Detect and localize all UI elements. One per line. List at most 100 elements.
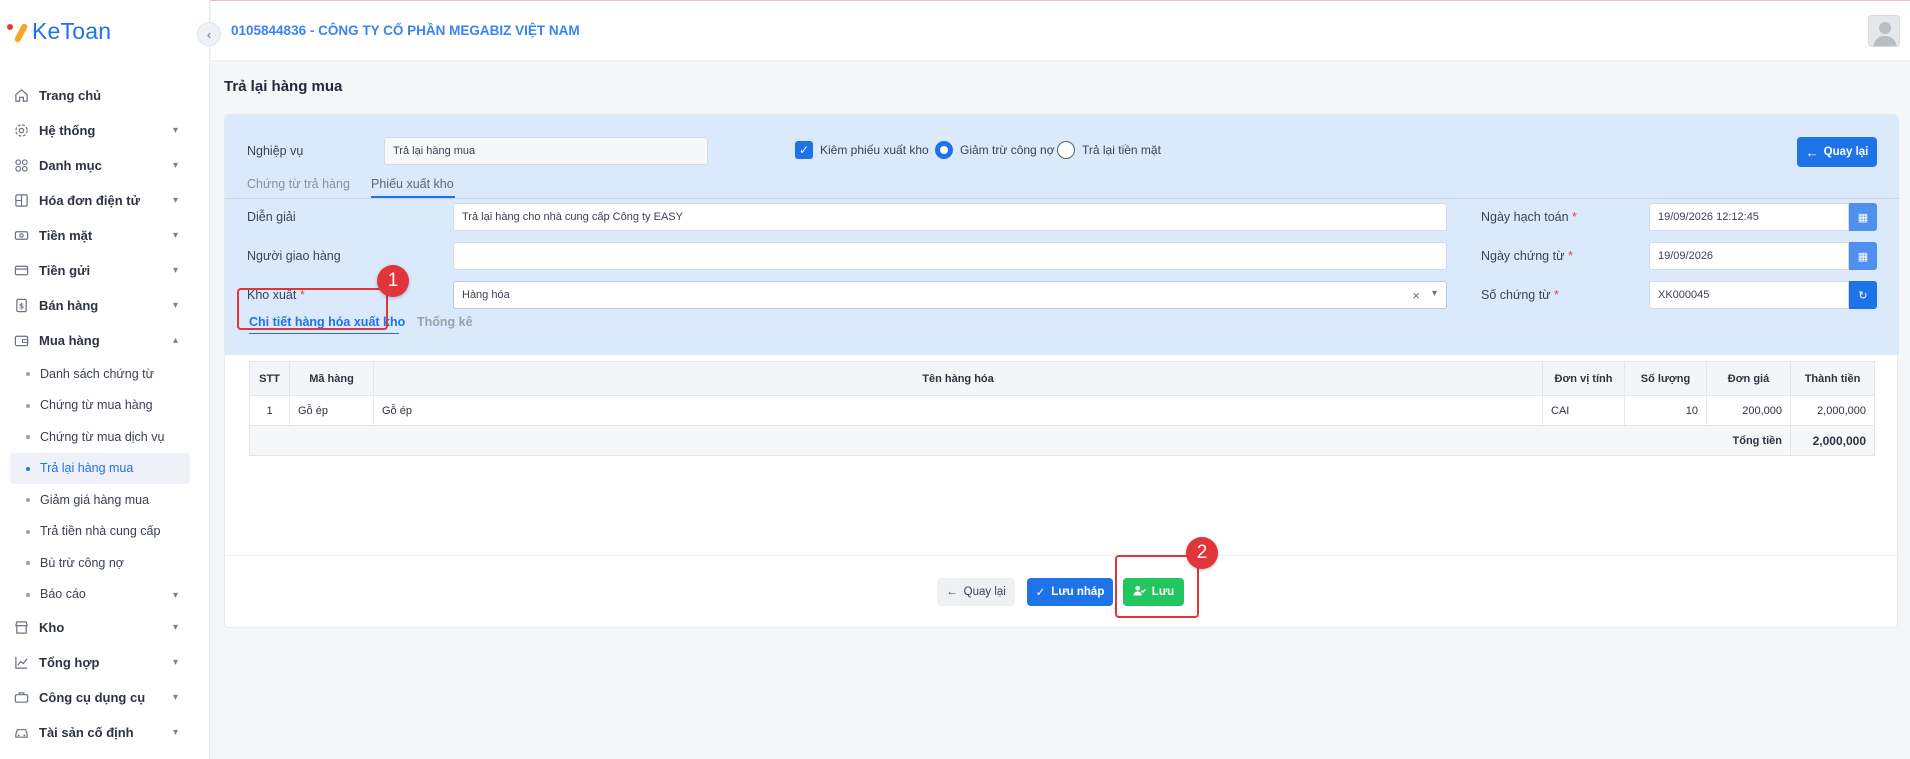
sidebar-item-kho[interactable]: Kho ▾ [0,610,210,645]
ngay-hach-toan-text: Ngày hạch toán [1481,210,1569,224]
required-mark: * [1554,288,1559,302]
table-row[interactable]: 1 Gỗ ép Gỗ ép CAI 10 200,000 2,000,000 [249,395,1875,426]
chart-icon [13,655,29,671]
chevron-down-icon: ▾ [172,125,178,136]
card-icon [13,263,29,279]
sidebar-sub-label: Chứng từ mua hàng [40,398,153,413]
required-mark: * [1572,210,1577,224]
sidebar-sub-label: Báo cáo [40,587,86,602]
tra-lai-tien-mat-radio[interactable] [1057,141,1075,159]
kho-xuat-value: Hàng hóa [462,289,510,301]
tab-chung-tu-tra-hang[interactable]: Chứng từ trả hàng [247,177,350,191]
sidebar-item-label: Tài sản cố định [39,725,134,740]
refresh-icon[interactable]: ↻ [1849,281,1877,309]
chevron-down-icon: ▾ [172,230,178,241]
chevron-down-icon: ▾ [172,265,178,276]
sidebar-sub-bao-cao[interactable]: Báo cáo ▾ [0,579,210,611]
sidebar-sub-danh-sach[interactable]: Danh sách chứng từ [0,358,210,390]
kiem-phieu-checkbox[interactable]: ✓ [795,141,813,159]
ngay-chung-tu-text: Ngày chứng từ [1481,249,1565,263]
sidebar-item-label: Bán hàng [39,298,99,313]
chevron-down-icon[interactable]: ▾ [1432,288,1437,299]
cell-ten-hang[interactable]: Gỗ ép [373,395,1543,426]
save-draft-button[interactable]: ✓ Lưu nháp [1027,578,1113,606]
calendar-icon[interactable]: ▦ [1849,203,1877,231]
sidebar-item-mua-hang[interactable]: Mua hàng ▴ [0,323,210,358]
total-value: 2,000,000 [1790,425,1875,456]
footer-back-button[interactable]: ← Quay lại [937,578,1015,606]
footer-divider [225,555,1899,556]
nghiep-vu-field[interactable]: Trả lại hàng mua [384,137,708,165]
nguoi-giao-label: Người giao hàng [247,249,341,263]
kho-xuat-select[interactable]: Hàng hóa × ▾ [453,281,1447,309]
chevron-down-icon: ▾ [172,589,178,601]
chevron-down-icon: ▾ [172,622,178,633]
cell-dvt[interactable]: CAI [1542,395,1625,426]
annotation-box-1 [237,288,388,330]
sidebar-item-tong-hop[interactable]: Tổng hợp ▾ [0,645,210,680]
top-back-label: Quay lại [1823,146,1869,158]
app-logo[interactable]: KeToan [6,14,111,48]
col-dvt: Đơn vị tính [1542,361,1625,396]
ngay-chung-tu-input[interactable]: 19/09/2026 [1649,242,1849,270]
grid-icon [13,158,29,174]
arrow-left-icon: ← [1805,144,1819,160]
ngay-hach-toan-input[interactable]: 19/09/2026 12:12:45 [1649,203,1849,231]
sidebar-item-ban-hang[interactable]: $ Bán hàng ▾ [0,288,210,323]
sidebar-item-cong-cu[interactable]: Công cụ dụng cụ ▾ [0,680,210,715]
check-icon: ✓ [798,143,810,157]
footer-back-label: Quay lại [963,586,1006,598]
cell-so-luong[interactable]: 10 [1624,395,1707,426]
sidebar-item-tien-gui[interactable]: Tiền gửi ▾ [0,253,210,288]
sidebar-item-tai-san[interactable]: Tài sản cố định ▾ [0,715,210,750]
sidebar-collapse-button[interactable]: ‹ [197,22,221,46]
kiem-phieu-label: Kiêm phiếu xuất kho [820,143,929,157]
sidebar-sub-chung-tu-mua-dich-vu[interactable]: Chứng từ mua dịch vụ [0,421,210,453]
dien-giai-input[interactable]: Trả lại hàng cho nhà cung cấp Công ty EA… [453,203,1447,231]
chevron-down-icon: ▾ [172,195,178,206]
total-label: Tổng tiền [249,425,1791,456]
sidebar-item-he-thong[interactable]: Hệ thống ▾ [0,113,210,148]
so-chung-tu-text: Số chứng từ [1481,288,1551,302]
detail-table: STT Mã hàng Tên hàng hóa Đơn vị tính Số … [249,361,1875,456]
table-header-row: STT Mã hàng Tên hàng hóa Đơn vị tính Số … [249,361,1875,396]
return-form-card: Nghiệp vụ Trả lại hàng mua ✓ Kiêm phiếu … [224,114,1899,628]
sidebar-sub-label: Trả lại hàng mua [40,461,134,476]
sidebar-item-hoa-don[interactable]: Hóa đơn điện tử ▾ [0,183,210,218]
sidebar-sub-giam-gia[interactable]: Giảm giá hàng mua [0,484,210,516]
dien-giai-label: Diễn giải [247,210,296,224]
company-name: 0105844836 - CÔNG TY CỔ PHẦN MEGABIZ VIỆ… [231,23,580,38]
sidebar-sub-tra-lai-hang-mua[interactable]: Trả lại hàng mua [10,452,190,484]
nguoi-giao-input[interactable] [453,242,1447,270]
sidebar-sub-bu-tru[interactable]: Bù trừ công nợ [0,547,210,579]
invoice-icon [13,193,29,209]
cell-don-gia[interactable]: 200,000 [1706,395,1791,426]
clear-icon[interactable]: × [1412,288,1420,303]
tab-thong-ke[interactable]: Thống kê [417,315,473,329]
car-icon [13,725,29,741]
sidebar-item-tien-mat[interactable]: Tiền mặt ▾ [0,218,210,253]
chevron-left-icon: ‹ [206,26,212,42]
col-thanh-tien: Thành tiền [1790,361,1875,396]
tra-lai-tien-mat-label: Trả lại tiền mặt [1082,143,1161,157]
sidebar-sub-label: Danh sách chứng từ [40,366,155,381]
annotation-badge-2: 2 [1186,537,1218,569]
calendar-icon[interactable]: ▦ [1849,242,1877,270]
sidebar-sub-tra-tien-ncc[interactable]: Trả tiền nhà cung cấp [0,516,210,548]
sidebar-item-label: Danh mục [39,158,102,173]
giam-tru-radio[interactable] [935,141,953,159]
sidebar-sub-chung-tu-mua-hang[interactable]: Chứng từ mua hàng [0,390,210,422]
avatar[interactable] [1868,15,1900,47]
sidebar-item-trang-chu[interactable]: Trang chủ [0,78,210,113]
arrow-left-icon: ← [946,586,958,598]
top-header: 0105844836 - CÔNG TY CỔ PHẦN MEGABIZ VIỆ… [211,1,1910,61]
col-ten-hang: Tên hàng hóa [373,361,1543,396]
sidebar-item-label: Hóa đơn điện tử [39,193,140,208]
tab-phieu-xuat-kho[interactable]: Phiếu xuất kho [371,177,454,191]
sidebar-item-danh-muc[interactable]: Danh mục ▾ [0,148,210,183]
top-back-button[interactable]: ← Quay lại [1797,137,1877,167]
tabs-divider [225,198,1899,199]
cell-ma-hang[interactable]: Gỗ ép [289,395,374,426]
sidebar-item-label: Tổng hợp [39,655,100,670]
so-chung-tu-input[interactable]: XK000045 [1649,281,1849,309]
